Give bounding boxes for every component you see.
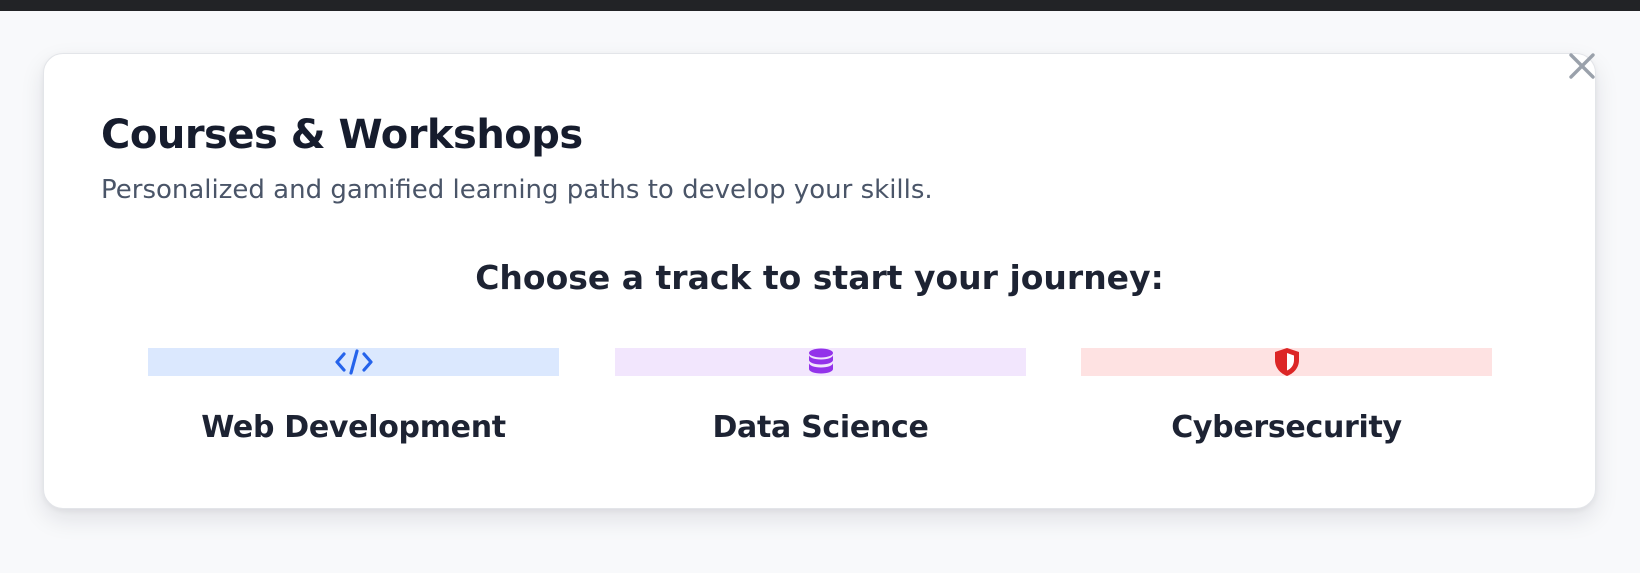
modal-title: Courses & Workshops [101, 112, 583, 158]
track-banner [615, 348, 1026, 376]
database-icon [808, 348, 834, 376]
modal-subtitle: Personalized and gamified learning paths… [101, 175, 933, 205]
window-top-bar [0, 0, 1640, 11]
track-data-science[interactable]: Data Science [615, 348, 1026, 458]
track-prompt: Choose a track to start your journey: [475, 258, 1164, 297]
track-web-development[interactable]: Web Development [148, 348, 559, 458]
track-label: Cybersecurity [1171, 410, 1402, 445]
track-label: Web Development [201, 410, 506, 445]
courses-modal: Courses & Workshops Personalized and gam… [43, 53, 1596, 509]
code-icon [334, 349, 373, 375]
track-cybersecurity[interactable]: Cybersecurity [1081, 348, 1492, 458]
close-button[interactable] [1564, 48, 1600, 84]
track-label: Data Science [712, 410, 929, 445]
track-banner [1081, 348, 1492, 376]
shield-icon [1273, 347, 1301, 377]
close-icon [1568, 52, 1596, 80]
track-banner [148, 348, 559, 376]
